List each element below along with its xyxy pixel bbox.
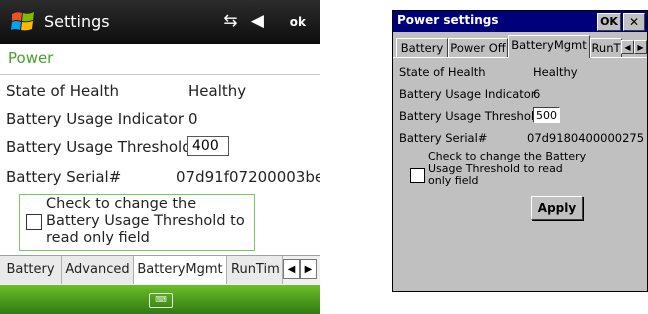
ce-label-usage-indicator: Battery Usage Indicator [399,87,536,101]
ce-ok-button[interactable]: OK [597,13,621,31]
ce-label-state-of-health: State of Health [399,65,486,79]
ce-title-bar: Power settings OK ✕ [393,11,647,32]
ce-power-settings-dialog: Power settings OK ✕ Battery Power Off Ba… [392,10,648,292]
wm-readonly-checkbox-label[interactable]: Check to change the Battery Usage Thresh… [46,196,252,247]
wm-value-battery-serial: 07d91f07200003be [176,168,320,186]
wm-tab-strip: Battery Advanced BatteryMgmt RunTim ◀ ▶ [0,255,320,285]
ce-tab-battery[interactable]: Battery [396,38,448,57]
wm-tab-scroll-left-icon[interactable]: ◀ [283,259,300,279]
ce-window-title: Power settings [397,13,499,27]
ce-readonly-checkbox[interactable] [410,168,425,183]
wm-label-usage-threshold: Battery Usage Threshold [6,138,192,156]
wm-value-usage-indicator: 0 [188,110,198,128]
wm-tab-scroll-right-icon[interactable]: ▶ [300,259,317,279]
ce-usage-threshold-input[interactable] [533,107,560,123]
windows-start-icon[interactable] [10,9,36,35]
ce-value-usage-indicator: 6 [533,87,541,101]
ce-close-icon[interactable]: ✕ [623,13,645,31]
wm-page-header: Power [0,44,320,75]
ce-readonly-checkbox-label[interactable]: Check to change the Battery Usage Thresh… [428,151,588,187]
keyboard-icon[interactable]: ⌨ [149,293,173,308]
wm-soft-key-bar: ⌨ [0,285,320,314]
wm-readonly-checkbox-group: Check to change the Battery Usage Thresh… [19,194,255,251]
wm-window-title: Settings [44,12,110,31]
wm-tab-batterymgmt[interactable]: BatteryMgmt [134,256,227,284]
wm-tab-battery[interactable]: Battery [0,256,62,284]
wm-usage-threshold-input[interactable] [187,136,229,156]
ce-tab-batterymgmt[interactable]: BatteryMgmt [508,35,590,58]
connectivity-volume-icon[interactable]: ⇆ ◀ [223,11,268,31]
wm-settings-screen: Settings ⇆ ◀ ok Power State of Health He… [0,0,320,314]
wm-value-state-of-health: Healthy [188,82,247,100]
wm-tab-advanced[interactable]: Advanced [62,256,134,284]
ce-value-state-of-health: Healthy [533,65,578,79]
ce-label-battery-serial: Battery Serial# [399,131,488,145]
wm-readonly-checkbox[interactable] [26,214,42,230]
ce-label-usage-threshold: Battery Usage Threshold [399,109,542,123]
wm-label-battery-serial: Battery Serial# [6,168,122,186]
wm-tab-runtime[interactable]: RunTim [227,256,283,284]
wm-title-bar: Settings ⇆ ◀ ok [0,0,320,44]
ce-tab-scroll-left-icon[interactable]: ◀ [621,40,634,54]
wm-label-state-of-health: State of Health [6,82,119,100]
ce-tab-runtime[interactable]: RunT [590,38,622,57]
ce-tab-power-off[interactable]: Power Off [448,38,508,57]
ce-value-battery-serial: 07d9180400000275 [527,131,645,145]
wm-label-usage-indicator: Battery Usage Indicator [6,110,185,128]
wm-ok-button[interactable]: ok [290,15,306,29]
ce-apply-button[interactable]: Apply [531,196,583,220]
wm-page-title: Power [8,49,54,67]
ce-tab-scroll-right-icon[interactable]: ▶ [634,40,647,54]
